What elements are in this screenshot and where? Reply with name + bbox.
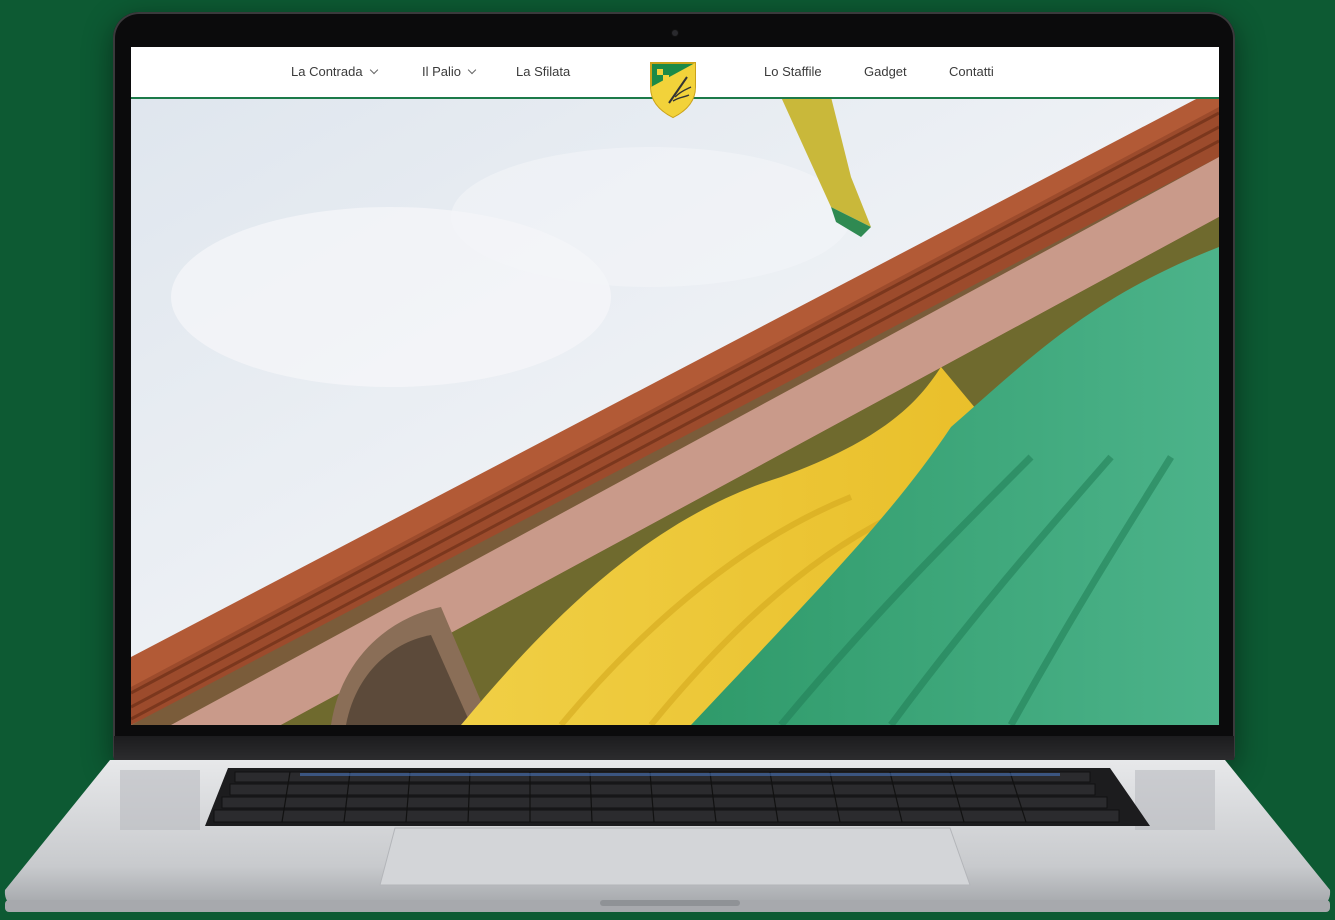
laptop-chin [114, 736, 1234, 760]
nav-item-gadget[interactable]: Gadget [864, 47, 907, 97]
nav-item-lo-staffile[interactable]: Lo Staffile [764, 47, 822, 97]
hero-image [131, 97, 1219, 725]
nav-item-label: La Contrada [291, 64, 363, 79]
nav-item-label: Il Palio [422, 64, 462, 79]
nav-item-label: La Sfilata [516, 64, 571, 79]
nav-item-contatti[interactable]: Contatti [949, 47, 994, 97]
nav-item-la-sfilata[interactable]: La Sfilata [516, 47, 570, 97]
nav-item-la-contrada[interactable]: La Contrada [291, 47, 378, 97]
chevron-down-icon [369, 65, 378, 75]
camera-icon [672, 30, 678, 36]
nav-item-label: Contatti [949, 64, 994, 79]
laptop-screen: La Contrada Il Palio La Sfilata Lo Staff… [131, 47, 1219, 725]
nav-item-label: Lo Staffile [764, 64, 822, 79]
nav-item-label: Gadget [864, 64, 907, 79]
contrada-shield-logo-icon[interactable] [647, 57, 699, 119]
chevron-down-icon [467, 65, 477, 75]
nav-item-il-palio[interactable]: Il Palio [422, 47, 477, 97]
laptop-base [0, 760, 1335, 915]
